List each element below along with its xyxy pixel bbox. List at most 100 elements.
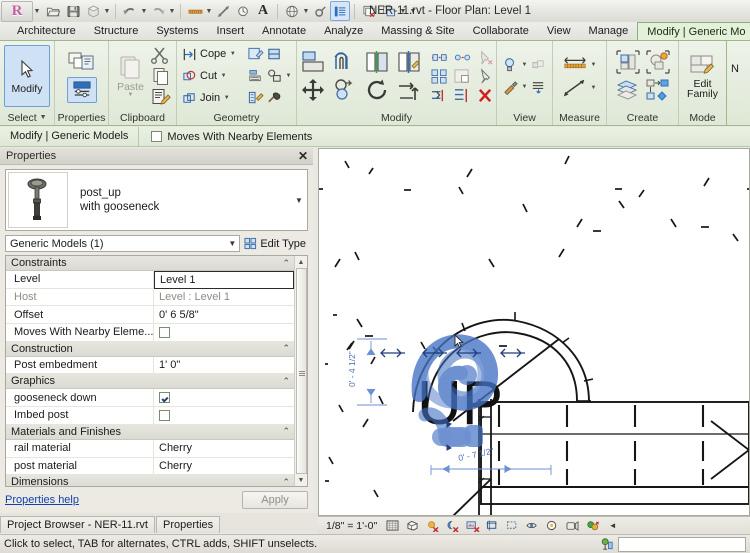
edit-type-button[interactable]: Edit Type (244, 237, 308, 250)
collapse-chevron-icon[interactable]: ⌃ (282, 427, 290, 436)
ribbon-tab-massing-site[interactable]: Massing & Site (372, 22, 463, 40)
delete-icon[interactable] (476, 87, 495, 104)
ribbon-tab-manage[interactable]: Manage (580, 22, 638, 40)
tag-icon[interactable] (233, 1, 253, 21)
save-icon[interactable] (63, 1, 83, 21)
trim-extend-icon[interactable] (397, 78, 423, 102)
collapse-chevron-icon[interactable]: ⌃ (282, 477, 290, 486)
ribbon-tab-architecture[interactable]: Architecture (8, 22, 85, 40)
properties-button[interactable] (67, 50, 97, 76)
close-hidden-windows-icon[interactable] (359, 1, 379, 21)
modify-button[interactable]: Modify (4, 45, 50, 107)
ribbon-tab-annotate[interactable]: Annotate (253, 22, 315, 40)
visibility-chevron-down-icon[interactable]: ▼ (521, 62, 528, 68)
paste-button[interactable]: Paste ▼ (113, 54, 148, 98)
ribbon-tab-modify-generic-mo[interactable]: Modify | Generic Mo (637, 22, 750, 40)
palette-tab[interactable]: Project Browser - NER-11.rvt (0, 516, 155, 533)
join-geometry-button[interactable]: Join ▼ (181, 87, 245, 109)
collapse-chevron-icon[interactable]: ⌃ (282, 376, 290, 386)
align-icon[interactable] (301, 50, 327, 74)
moves-with-nearby-checkbox[interactable] (151, 131, 163, 142)
property-row[interactable]: Level Level 1 (6, 271, 294, 289)
measure-between-references-icon[interactable] (562, 55, 588, 75)
array-icon[interactable] (430, 68, 449, 85)
property-checkbox[interactable] (159, 392, 170, 404)
measure-chevron-down-icon-1[interactable]: ▼ (590, 62, 597, 68)
property-row[interactable]: rail material Cherry (6, 439, 294, 458)
undo-chevron-down-icon[interactable]: ▼ (140, 1, 148, 21)
property-row[interactable]: post material Cherry (6, 457, 294, 476)
scale-icon[interactable] (453, 68, 472, 85)
property-value[interactable] (154, 407, 294, 424)
paint-brush-icon[interactable] (502, 78, 519, 96)
property-checkbox[interactable] (159, 409, 170, 421)
join-chevron-down-icon[interactable]: ▼ (223, 95, 230, 101)
mirror-pick-axis-icon[interactable] (365, 50, 391, 74)
open-icon[interactable] (43, 1, 63, 21)
dimension-chevron-down-icon[interactable]: ▼ (205, 1, 213, 21)
export-chevron-down-icon[interactable]: ▼ (103, 1, 111, 21)
customize-qat-icon[interactable]: ▼ (407, 1, 419, 21)
measure-along-element-icon[interactable] (562, 78, 588, 98)
wall-joins-icon[interactable] (266, 68, 283, 84)
paint-chevron-down-icon[interactable]: ▼ (521, 84, 528, 90)
paste-chevron-down-icon[interactable]: ▼ (128, 92, 134, 98)
property-value[interactable]: 0' 6 5/8" (154, 306, 294, 323)
create-similar-icon[interactable] (615, 49, 641, 75)
family-types-button[interactable] (66, 76, 97, 103)
property-row[interactable]: Post embedment 1' 0" (6, 356, 294, 375)
visibility-graphics-icon[interactable] (502, 56, 519, 74)
expand-chevron-left-icon[interactable]: ◄ (605, 518, 620, 533)
worksets-icon[interactable] (596, 537, 618, 552)
thin-lines-icon[interactable] (330, 1, 350, 21)
moves-with-nearby-option[interactable]: Moves With Nearby Elements (139, 131, 312, 143)
type-selector-chevron-down-icon[interactable]: ▼ (291, 196, 307, 205)
split-with-gap-icon[interactable] (453, 49, 472, 66)
undo-icon[interactable] (120, 1, 140, 21)
create-part-icon[interactable] (615, 77, 641, 103)
trim-single-icon[interactable] (430, 87, 449, 104)
property-value[interactable]: 1' 0" (154, 357, 294, 374)
redo-icon[interactable] (148, 1, 168, 21)
ribbon-tab-structure[interactable]: Structure (85, 22, 148, 40)
scroll-down-arrow-icon[interactable]: ▼ (295, 474, 308, 486)
paint-icon[interactable] (247, 46, 264, 62)
ribbon-tab-analyze[interactable]: Analyze (315, 22, 372, 40)
edit-family-button[interactable]: Edit Family (683, 45, 722, 107)
shadows-icon[interactable] (445, 518, 460, 533)
rendering-dialog-icon[interactable] (465, 518, 480, 533)
property-row[interactable]: Offset 0' 6 5/8" (6, 306, 294, 325)
demolish-icon[interactable] (247, 90, 264, 106)
property-group-header[interactable]: Constraints ⌃ (6, 256, 294, 271)
ribbon-tab-systems[interactable]: Systems (147, 22, 207, 40)
scroll-up-arrow-icon[interactable]: ▲ (295, 256, 308, 268)
type-selector[interactable]: post_up with gooseneck ▼ (5, 169, 308, 231)
hammer-icon[interactable] (266, 90, 283, 106)
property-row[interactable]: gooseneck down (6, 389, 294, 408)
property-value[interactable]: Level : Level 1 (154, 289, 294, 306)
visual-style-icon[interactable] (405, 518, 420, 533)
wall-joins-chevron-down-icon[interactable]: ▼ (285, 73, 292, 79)
offset-icon[interactable] (333, 50, 359, 74)
worksets-visibility-icon[interactable] (585, 518, 600, 533)
properties-scrollbar[interactable]: ▲ ▼ (294, 256, 307, 486)
property-value[interactable] (154, 324, 294, 341)
property-value[interactable]: Cherry (154, 458, 294, 475)
copy-icon[interactable] (150, 66, 172, 86)
split-face-icon[interactable] (266, 46, 283, 62)
create-assembly-icon[interactable] (645, 77, 671, 103)
measure-chevron-down-icon-2[interactable]: ▼ (590, 85, 597, 91)
beam-join-icon[interactable] (247, 68, 264, 84)
close-icon[interactable]: ✕ (298, 150, 308, 162)
property-row[interactable]: Moves With Nearby Eleme... (6, 324, 294, 342)
property-value[interactable]: Level 1 (154, 271, 294, 289)
rotate-icon[interactable] (365, 78, 391, 102)
property-row[interactable]: Imbed post (6, 407, 294, 425)
palette-tab[interactable]: Properties (156, 516, 221, 533)
revit-logo-button[interactable]: R (1, 0, 33, 22)
switch-windows-icon[interactable] (379, 1, 399, 21)
switch-windows-chevron-down-icon[interactable]: ▼ (399, 1, 407, 21)
app-menu-chevron-icon[interactable]: ▼ (33, 1, 41, 21)
view-chevron-down-icon[interactable]: ▼ (302, 1, 310, 21)
default-3d-view-icon[interactable] (282, 1, 302, 21)
